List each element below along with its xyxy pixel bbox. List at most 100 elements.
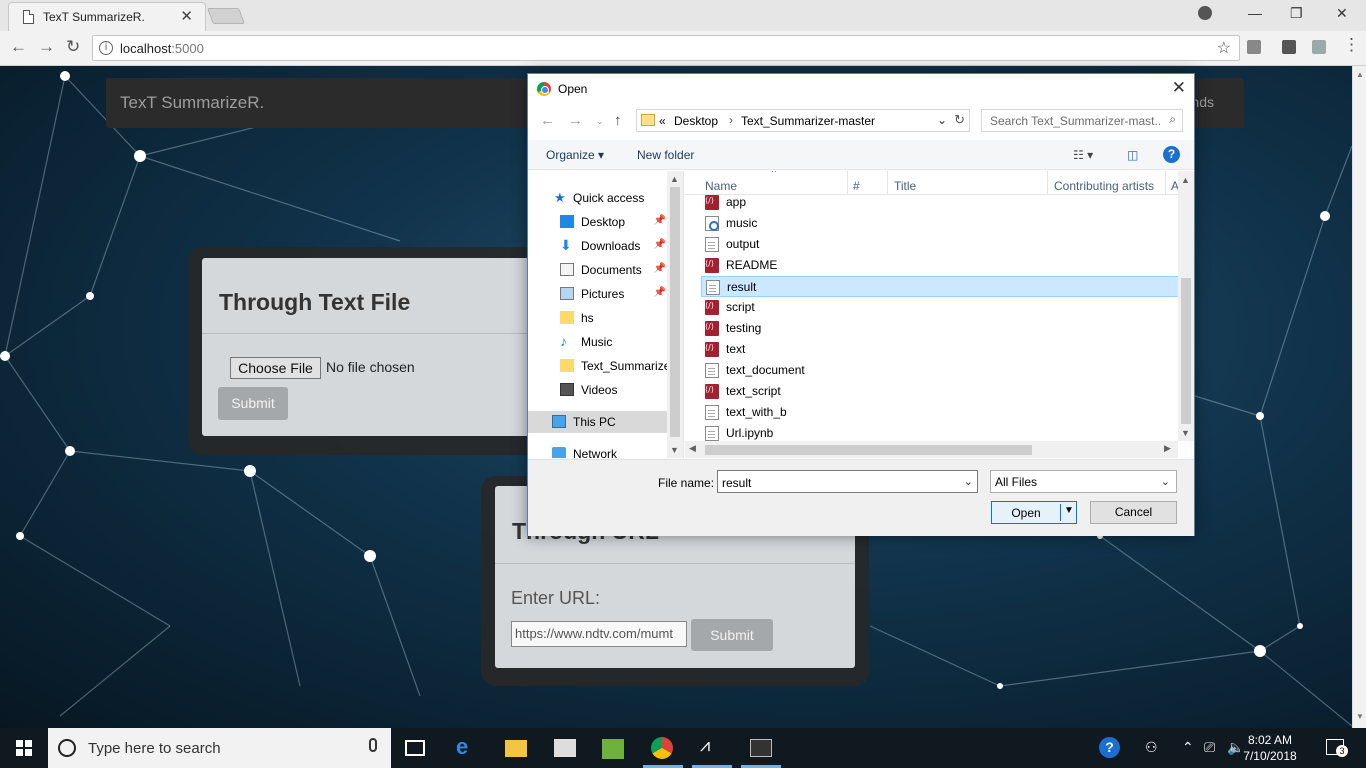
recent-locations-icon[interactable]: ⌄ [596, 116, 604, 127]
nav-item-text-summarize[interactable]: Text_Summarize [528, 355, 670, 377]
url-input[interactable]: https://www.ndtv.com/mumt [511, 621, 687, 647]
file-row-selected[interactable]: result [701, 276, 1179, 297]
column-title[interactable]: Title [894, 179, 916, 193]
store-icon[interactable] [554, 739, 576, 757]
file-list-vertical-scrollbar[interactable]: ▲ ▼ [1178, 171, 1194, 441]
clock[interactable]: 8:02 AM 7/10/2018 [1240, 732, 1300, 764]
nav-item-desktop[interactable]: Desktop 📌 [528, 211, 668, 233]
extension-icon[interactable] [1282, 40, 1296, 54]
file-row[interactable]: text_with_b [701, 402, 1179, 423]
nav-item-hs[interactable]: hs [528, 307, 668, 329]
file-row[interactable]: script [701, 297, 1179, 318]
column-artists[interactable]: Contributing artists [1054, 179, 1154, 193]
notepad-icon[interactable] [602, 739, 624, 759]
file-type-select[interactable]: All Files ⌄ [990, 470, 1177, 493]
scroll-thumb[interactable] [705, 445, 1032, 455]
up-folder-icon[interactable]: ↑ [614, 112, 622, 129]
nav-pane-scrollbar[interactable]: ▲ ▼ [667, 171, 683, 458]
browser-tab[interactable]: TexT SummarizeR. ✕ [8, 2, 206, 31]
chevron-up-icon[interactable]: ⌃ [1182, 739, 1194, 756]
reload-icon[interactable]: ↻ [66, 37, 80, 57]
maximize-button[interactable]: ❐ [1290, 5, 1303, 22]
file-row[interactable]: text_script [701, 381, 1179, 402]
people-icon[interactable]: ⚇ [1145, 739, 1158, 756]
view-options-icon[interactable]: ☷ ▾ [1073, 148, 1093, 162]
network-status-icon[interactable]: ⎚ [1204, 739, 1215, 756]
file-explorer-icon[interactable] [505, 740, 527, 757]
cancel-button[interactable]: Cancel [1090, 501, 1177, 524]
breadcrumb-desktop[interactable]: Desktop [674, 114, 718, 128]
chrome-taskbar-icon[interactable] [651, 737, 673, 759]
python-idle-icon[interactable]: ⩘ [700, 735, 722, 757]
breadcrumb-overflow[interactable]: « [659, 114, 666, 128]
taskbar-search-box[interactable]: Type here to search [48, 728, 391, 768]
chevron-down-icon[interactable]: ⌄ [964, 475, 973, 488]
file-name-input[interactable]: result ⌄ [717, 470, 978, 493]
help-icon[interactable]: ? [1163, 146, 1180, 163]
breadcrumb[interactable]: « Desktop › Text_Summarizer-master ⌄ ↻ [636, 109, 970, 132]
dialog-close-icon[interactable]: ✕ [1172, 78, 1186, 98]
refresh-icon[interactable]: ↻ [954, 112, 965, 128]
file-list-horizontal-scrollbar[interactable]: ◀ ▶ [685, 441, 1178, 458]
tab-close-icon[interactable]: ✕ [180, 7, 193, 25]
breadcrumb-text-summarizer[interactable]: Text_Summarizer-master [741, 114, 875, 128]
nav-item-videos[interactable]: Videos [528, 379, 668, 401]
file-row[interactable]: app [701, 192, 1179, 213]
profile-icon[interactable] [1198, 6, 1212, 20]
scroll-down-icon[interactable]: ▼ [1356, 712, 1364, 721]
new-folder-button[interactable]: New folder [637, 148, 694, 162]
menu-icon[interactable]: ⋮ [1343, 35, 1360, 55]
file-row[interactable]: music [701, 213, 1179, 234]
url-submit-button[interactable]: Submit [691, 619, 773, 651]
file-row[interactable]: testing [701, 318, 1179, 339]
scroll-down-icon[interactable]: ▼ [670, 445, 679, 455]
nav-item-quick-access[interactable]: ★ Quick access [528, 187, 668, 209]
nav-item-network[interactable]: Network [528, 443, 668, 458]
open-button[interactable]: Open ▼ [991, 501, 1077, 524]
bookmark-star-icon[interactable]: ☆ [1217, 38, 1231, 58]
scroll-thumb[interactable] [1181, 278, 1191, 424]
nav-item-downloads[interactable]: ⬇ Downloads 📌 [528, 235, 668, 257]
nav-item-pictures[interactable]: Pictures 📌 [528, 283, 668, 305]
microphone-icon[interactable] [369, 738, 377, 752]
organize-button[interactable]: Organize ▾ [546, 148, 604, 162]
back-icon[interactable]: ← [540, 112, 555, 129]
new-tab-button[interactable] [207, 8, 245, 24]
extension-icon[interactable] [1312, 40, 1326, 54]
dialog-search-input[interactable]: Search Text_Summarizer-mast... ⌕ [981, 109, 1183, 132]
command-prompt-icon[interactable] [750, 739, 772, 757]
dialog-title-bar[interactable]: Open ✕ [528, 74, 1194, 104]
column-number[interactable]: # [853, 179, 860, 193]
file-row[interactable]: text [701, 339, 1179, 360]
file-row[interactable]: text_document [701, 360, 1179, 381]
extension-icon[interactable] [1247, 40, 1261, 54]
windows-start-icon[interactable] [16, 740, 32, 756]
file-row[interactable]: README [701, 255, 1179, 276]
site-info-icon[interactable]: i [99, 41, 113, 55]
nav-item-documents[interactable]: Documents 📌 [528, 259, 668, 281]
open-options-icon[interactable]: ▼ [1064, 505, 1074, 516]
back-icon[interactable]: ← [10, 37, 27, 57]
scroll-thumb[interactable] [670, 187, 680, 437]
preview-pane-icon[interactable]: ◫ [1127, 148, 1138, 162]
choose-file-button[interactable]: Choose File [230, 357, 321, 379]
chevron-down-icon[interactable]: ⌄ [937, 113, 947, 127]
scroll-up-icon[interactable]: ▲ [670, 174, 679, 184]
close-window-button[interactable]: ✕ [1336, 5, 1348, 22]
scroll-up-icon[interactable]: ▲ [1356, 70, 1364, 79]
edge-icon[interactable]: e [456, 734, 478, 759]
address-bar[interactable]: i localhost:5000 ☆ [92, 35, 1240, 61]
page-scrollbar[interactable]: ▲ ▼ [1352, 66, 1366, 728]
nav-item-this-pc[interactable]: This PC [528, 411, 668, 433]
site-brand[interactable]: TexT SummarizeR. [120, 93, 264, 113]
scroll-up-icon[interactable]: ▲ [1181, 175, 1190, 185]
column-name[interactable]: Name [705, 179, 737, 193]
scroll-down-icon[interactable]: ▼ [1181, 428, 1190, 438]
help-tray-icon[interactable]: ? [1099, 737, 1120, 758]
file-submit-button[interactable]: Submit [218, 387, 288, 420]
nav-item-music[interactable]: ♪ Music [528, 331, 668, 353]
file-row[interactable]: output [701, 234, 1179, 255]
forward-icon[interactable]: → [568, 112, 583, 129]
scroll-left-icon[interactable]: ◀ [689, 443, 696, 454]
scroll-right-icon[interactable]: ▶ [1164, 443, 1171, 454]
